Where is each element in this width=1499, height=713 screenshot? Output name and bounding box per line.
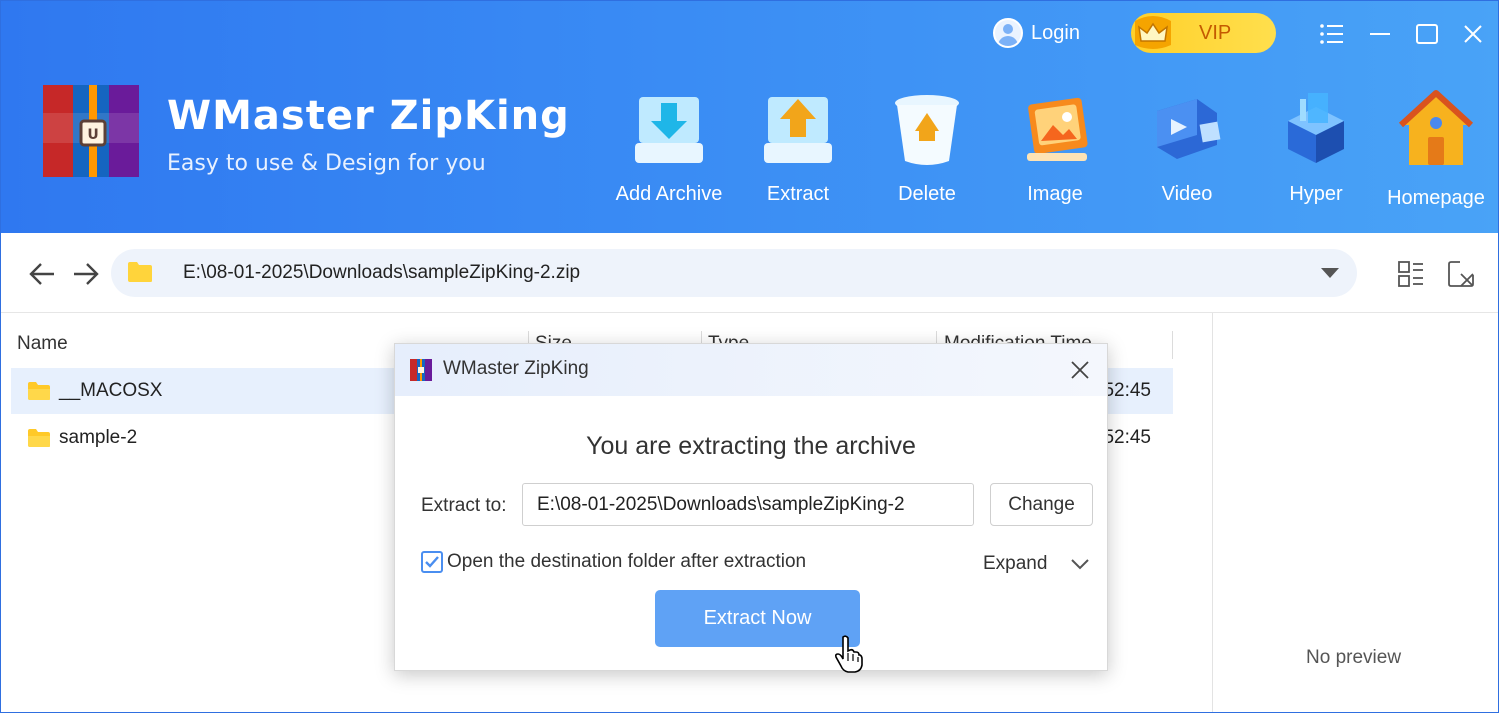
close-button[interactable] (1458, 19, 1488, 49)
dialog-title-bar: WMaster ZipKing (395, 344, 1107, 396)
close-preview-icon[interactable] (1446, 259, 1476, 289)
maximize-icon (1416, 24, 1438, 44)
delete-label: Delete (898, 183, 956, 205)
app-logo-icon (410, 359, 432, 381)
hyper-icon (1276, 89, 1356, 169)
vip-button[interactable]: VIP (1131, 13, 1276, 53)
view-toggle-icon[interactable] (1396, 259, 1426, 289)
hand-cursor-icon (834, 635, 863, 673)
extract-now-button[interactable]: Extract Now (655, 590, 860, 647)
preview-empty-text: No preview (1306, 647, 1402, 668)
extract-to-input[interactable] (522, 483, 974, 526)
header-banner: U WMaster ZipKing Easy to use & Design f… (1, 1, 1498, 233)
menu-button[interactable] (1317, 19, 1347, 49)
checkmark-icon (425, 556, 439, 568)
extract-dialog: WMaster ZipKing You are extracting the a… (394, 343, 1108, 671)
hyper-button[interactable]: Hyper (1251, 89, 1381, 219)
folder-icon (28, 429, 50, 447)
crown-icon (1131, 13, 1175, 53)
add-archive-button[interactable]: Add Archive (604, 89, 734, 219)
change-button[interactable]: Change (990, 483, 1093, 526)
maximize-button[interactable] (1412, 19, 1442, 49)
extract-button[interactable]: Extract (733, 89, 863, 219)
add-archive-label: Add Archive (615, 183, 723, 205)
login-button[interactable]: Login (993, 17, 1080, 49)
app-logo-icon: U (43, 85, 139, 177)
menu-icon (1320, 24, 1343, 44)
file-modified: 52:45 (1103, 380, 1151, 401)
file-name: __MACOSX (59, 380, 163, 401)
open-folder-label[interactable]: Open the destination folder after extrac… (447, 551, 806, 573)
svg-text:U: U (87, 127, 98, 143)
chevron-down-icon[interactable] (1069, 554, 1091, 574)
dialog-heading: You are extracting the archive (586, 432, 916, 460)
extract-label: Extract (766, 183, 830, 205)
minimize-button[interactable] (1365, 19, 1395, 49)
folder-icon (28, 382, 50, 400)
homepage-button[interactable]: Homepage (1371, 89, 1498, 219)
image-icon (1015, 89, 1095, 169)
image-button[interactable]: Image (990, 89, 1120, 219)
login-label: Login (1031, 21, 1080, 44)
app-subtitle: Easy to use & Design for you (167, 151, 486, 176)
hyper-label: Hyper (1289, 183, 1343, 205)
path-field[interactable]: E:\08-01-2025\Downloads\sampleZipKing-2.… (111, 249, 1357, 297)
file-modified: 52:45 (1103, 427, 1151, 448)
minimize-icon (1370, 33, 1390, 35)
file-name: sample-2 (59, 427, 138, 448)
video-label: Video (1161, 183, 1213, 205)
arrow-right-icon (74, 263, 99, 285)
open-folder-checkbox[interactable] (421, 551, 443, 573)
chevron-down-icon[interactable] (1319, 263, 1341, 283)
forward-button[interactable] (69, 257, 103, 291)
column-name[interactable]: Name (17, 333, 68, 355)
path-text: E:\08-01-2025\Downloads\sampleZipKing-2.… (183, 262, 581, 283)
home-icon (1396, 89, 1476, 169)
image-label: Image (1027, 183, 1083, 205)
app-title: WMaster ZipKing (167, 93, 570, 139)
back-button[interactable] (25, 257, 59, 291)
add-archive-icon (629, 89, 709, 169)
delete-button[interactable]: Delete (862, 89, 992, 219)
video-icon (1147, 89, 1227, 169)
video-button[interactable]: Video (1122, 89, 1252, 219)
arrow-left-icon (29, 263, 54, 285)
close-icon[interactable] (1067, 357, 1093, 383)
extract-to-label: Extract to: (421, 495, 507, 516)
column-divider (1172, 331, 1173, 359)
dialog-title: WMaster ZipKing (443, 358, 589, 379)
close-icon (1464, 25, 1482, 43)
address-bar-area: E:\08-01-2025\Downloads\sampleZipKing-2.… (1, 233, 1498, 313)
vip-label: VIP (1199, 21, 1232, 44)
homepage-label: Homepage (1387, 187, 1485, 209)
user-icon (993, 18, 1023, 48)
trash-icon (887, 89, 967, 169)
extract-icon (758, 89, 838, 169)
folder-icon (128, 262, 152, 282)
app-window: U WMaster ZipKing Easy to use & Design f… (0, 0, 1499, 713)
expand-toggle[interactable]: Expand (983, 553, 1047, 575)
